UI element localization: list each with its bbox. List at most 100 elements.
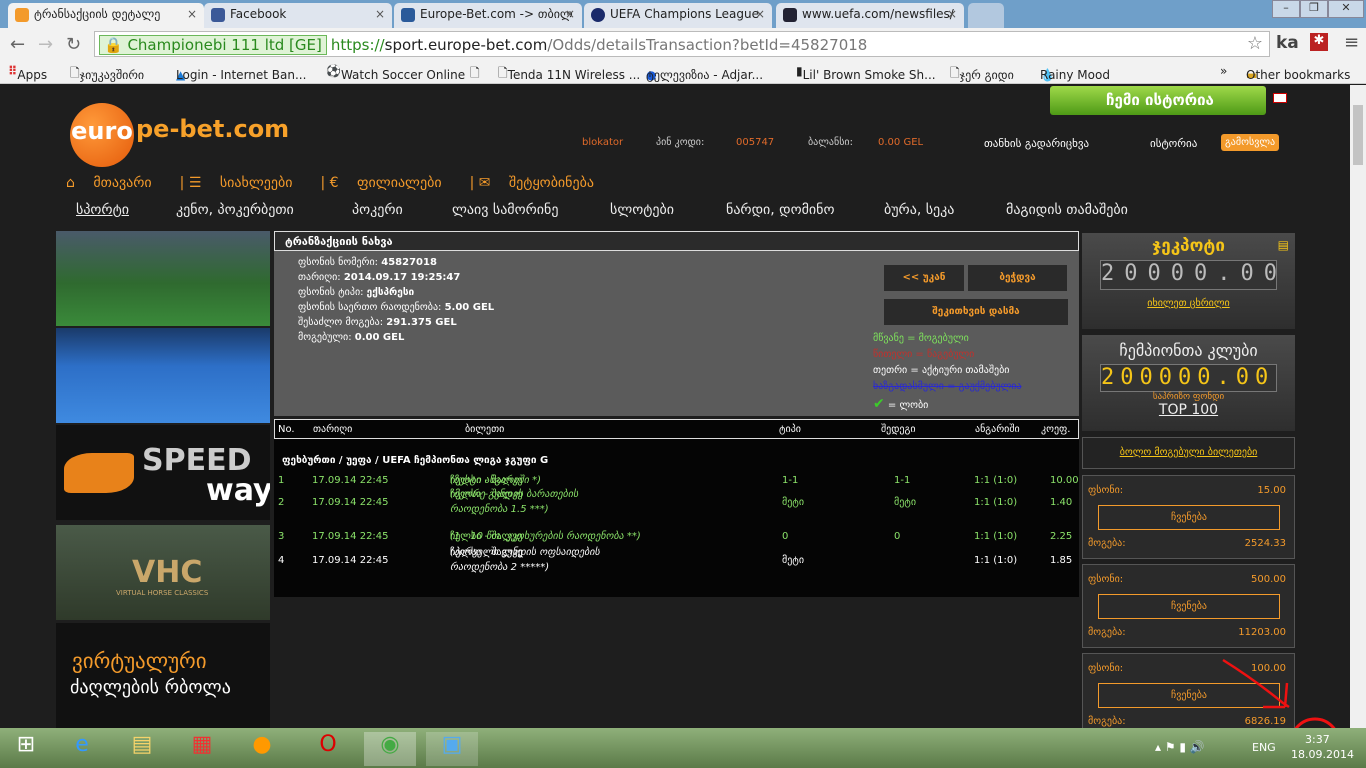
won-ticket-card: ფსონი: 500.00 ჩვენება მოგება: 11203.00: [1082, 564, 1295, 648]
cell-no: 3: [278, 531, 285, 542]
start-button[interactable]: ⊞: [0, 732, 52, 766]
bookmark[interactable]: 🗋 ჯერ გიდი: [950, 64, 1014, 85]
detail-value: 45827018: [381, 257, 437, 268]
win-label: მოგება:: [1088, 538, 1126, 549]
close-icon[interactable]: ×: [755, 7, 765, 21]
star-icon[interactable]: ☆: [1247, 33, 1263, 54]
bookmarks-overflow[interactable]: »: [1220, 64, 1227, 78]
nav-table-games[interactable]: მაგიდის თამაშები: [1006, 202, 1128, 218]
close-icon[interactable]: ×: [187, 7, 197, 21]
tab-transaction[interactable]: ტრანსაქციის დეტალე ×: [8, 3, 204, 28]
back-button[interactable]: << უკან: [884, 265, 964, 291]
bookmark-apps[interactable]: ⠿ Apps: [8, 64, 47, 82]
chrome-icon[interactable]: ◉: [364, 732, 416, 766]
bet-table: No. თარიღი ბილეთი ტიპი შედეგი ანგარიში კ…: [274, 419, 1079, 597]
banner-football[interactable]: [56, 231, 270, 326]
home-icon: ⌂: [66, 175, 75, 191]
nav-live-casino[interactable]: ლაივ სამორინე: [452, 202, 558, 218]
top100-link[interactable]: TOP 100: [1082, 402, 1295, 418]
tab-uefa-news[interactable]: www.uefa.com/newsfiles/×: [776, 3, 964, 28]
maximize-button[interactable]: ❐: [1300, 0, 1328, 18]
legend-lost: წითელი = წაგებული: [873, 349, 975, 360]
photo-viewer-icon[interactable]: ▣: [426, 732, 478, 766]
cell-score: 1:1 (1:0): [974, 555, 1018, 566]
transfer-link[interactable]: თანხის გადარიცხვა: [984, 137, 1089, 150]
show-label: ჩვენება: [1171, 601, 1207, 612]
uefa-favicon: [591, 8, 605, 22]
nav-sport[interactable]: სპორტი: [76, 202, 129, 218]
minimize-button[interactable]: –: [1272, 0, 1300, 18]
close-window-button[interactable]: ✕: [1328, 0, 1364, 18]
nav-branches[interactable]: € ფილიალები: [330, 175, 456, 191]
new-tab-button[interactable]: [968, 3, 1004, 28]
menu-icon[interactable]: ≡: [1344, 32, 1359, 53]
opera-icon[interactable]: O: [302, 732, 354, 766]
show-button[interactable]: ჩვენება: [1098, 594, 1280, 619]
bet-label: ფსონი:: [1088, 485, 1124, 496]
nav-slots[interactable]: სლოტები: [610, 202, 674, 218]
georgia-flag-icon[interactable]: [1273, 93, 1287, 103]
reload-icon[interactable]: ↻: [66, 34, 81, 55]
panel-title: ტრანზაქციის ნახვა: [274, 231, 1079, 251]
legend-active: თეთრი = აქტიური თამაშები: [873, 365, 1010, 376]
ev-certificate[interactable]: 🔒 Championebi 111 ltd [GE]: [99, 35, 327, 55]
tab-facebook[interactable]: Facebook ×: [204, 3, 392, 28]
forward-icon[interactable]: →: [38, 34, 53, 55]
cell-type: მეტი: [782, 497, 805, 508]
tray-icons[interactable]: ▴ ⚑ ▮ 🔊: [1155, 740, 1205, 754]
address-bar[interactable]: 🔒 Championebi 111 ltd [GE] https://sport.…: [94, 31, 1270, 57]
banner-vhc[interactable]: VHC VIRTUAL HORSE CLASSICS: [56, 525, 270, 620]
jackpot-widget: ჯეკპოტი ▤ 20000.00 იხილეთ ცხრილი: [1082, 233, 1295, 329]
app-icon[interactable]: ●: [236, 732, 288, 766]
bookmark[interactable]: 🗋 ჯიუკავშირი: [70, 64, 144, 85]
banner-speedway[interactable]: SPEED way: [56, 425, 270, 520]
scrollbar-thumb[interactable]: [1353, 105, 1363, 165]
bookmark[interactable]: ⚽ Watch Soccer Online: [326, 64, 465, 82]
history-link[interactable]: ისტორია: [1150, 137, 1197, 150]
nav-keno[interactable]: კენო, პოკერბეთი: [176, 202, 294, 218]
nav-nardi[interactable]: ნარდი, დომინო: [726, 202, 835, 218]
back-icon[interactable]: ←: [10, 34, 25, 55]
legend-cancelled: ხაზგადასმული = გაუქმებულია: [873, 381, 1022, 392]
nav-messages[interactable]: ✉ შეტყობინება: [479, 175, 608, 191]
tab-uefa[interactable]: UEFA Champions League ×: [584, 3, 772, 28]
language-extension[interactable]: ka: [1276, 33, 1299, 53]
bookmark-label: Other bookmarks: [1246, 68, 1351, 82]
clock-date[interactable]: 18.09.2014: [1291, 748, 1354, 761]
banner-tennis[interactable]: [56, 328, 270, 423]
detail-line: ფსონის საერთო რაოდენობა: 5.00 GEL: [298, 302, 494, 313]
bookmark[interactable]: 🗋: [470, 64, 480, 85]
banner-text: VIRTUAL HORSE CLASSICS: [116, 589, 209, 597]
clock-time[interactable]: 3:37: [1305, 733, 1330, 746]
detail-label: თარიღი:: [298, 272, 341, 283]
nav-poker[interactable]: პოკერი: [352, 202, 403, 218]
explorer-icon[interactable]: ▤: [116, 732, 168, 766]
tab-strip: ტრანსაქციის დეტალე × Facebook × Europe-Bet…: [0, 0, 1366, 28]
language-indicator[interactable]: ENG: [1252, 741, 1276, 754]
my-history-button[interactable]: ჩემი ისტორია: [1050, 86, 1266, 115]
detail-value: 0.00 GEL: [354, 332, 405, 343]
bookmark[interactable]: 🗋 Tenda 11N Wireless ...: [498, 64, 640, 85]
print-button[interactable]: ბეჭდვა: [968, 265, 1067, 291]
tab-europebet[interactable]: Europe-Bet.com -> თბილ ×: [394, 3, 582, 28]
close-icon[interactable]: ×: [947, 7, 957, 21]
banner-virtual-dogs[interactable]: ვირტუალური ძაღლების რბოლა: [56, 623, 270, 728]
last-won-tickets-link[interactable]: ბოლო მოგებული ბილეთები: [1082, 437, 1295, 469]
nav-home[interactable]: ⌂ მთავარი: [66, 175, 166, 191]
jackpot-table-link[interactable]: იხილეთ ცხრილი: [1082, 298, 1295, 309]
ask-question-button[interactable]: შეკითხვის დასმა: [884, 299, 1068, 325]
extension-icon[interactable]: ✱: [1310, 33, 1328, 51]
tab-label: UEFA Champions League: [610, 7, 759, 21]
jackpot-title: ჯეკპოტი: [1152, 236, 1225, 256]
logout-button[interactable]: გამოსვლა: [1221, 134, 1280, 151]
nav-news[interactable]: ☰ სიახლეები: [189, 175, 307, 191]
ie-icon[interactable]: e: [56, 732, 108, 766]
close-icon[interactable]: ×: [375, 7, 385, 21]
nav-bura[interactable]: ბურა, სეკა: [884, 202, 954, 218]
show-button[interactable]: ჩვენება: [1098, 505, 1280, 530]
page-scrollbar[interactable]: [1350, 85, 1366, 728]
apps-icon[interactable]: ▦: [176, 732, 228, 766]
cell-result: 1-1: [894, 475, 911, 486]
close-icon[interactable]: ×: [565, 7, 575, 21]
bookmark[interactable]: ▮ Lil' Brown Smoke Sh...: [796, 64, 936, 82]
